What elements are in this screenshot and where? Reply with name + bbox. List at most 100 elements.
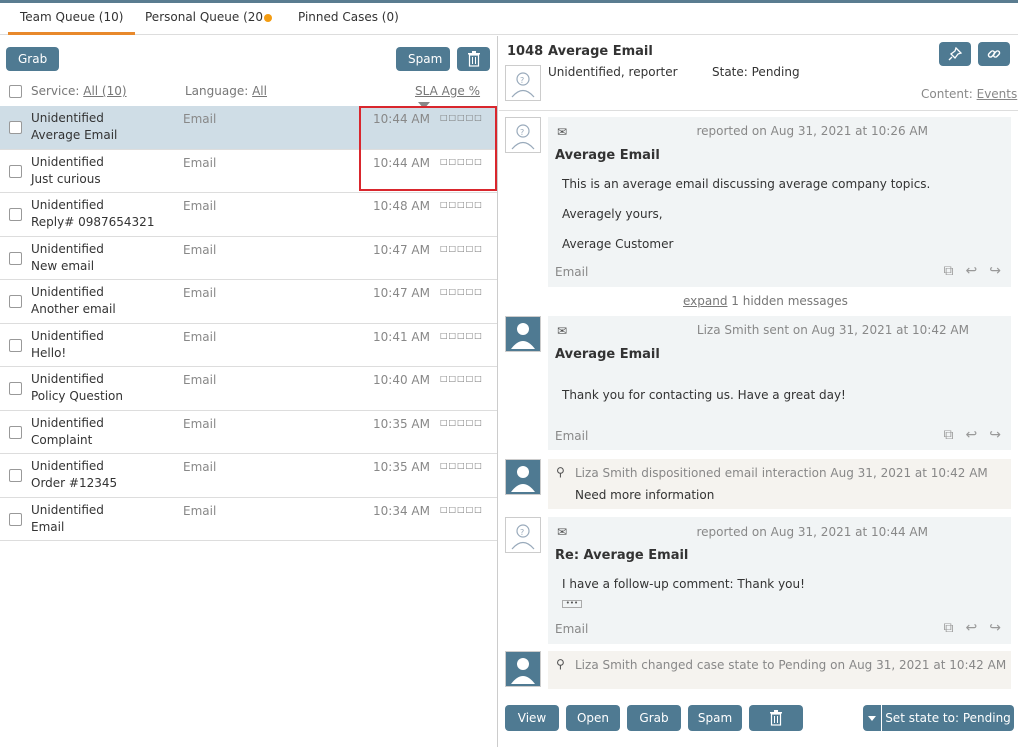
reply-icon[interactable]: ↩ [966,427,978,443]
row-checkbox[interactable] [9,338,22,352]
event-note: ⚲ Liza Smith dispositioned email interac… [548,459,1011,509]
open-button[interactable]: Open [566,705,620,731]
forward-window-icon[interactable]: ⧉ [944,620,954,636]
table-row[interactable]: Unidentified New email Email 10:47 AM □□□□□ [0,237,497,280]
row-checkbox[interactable] [9,295,22,308]
state-dropdown-toggle[interactable] [863,705,881,731]
pin-icon [948,46,963,61]
grab-button[interactable]: Grab [627,705,681,731]
delete-button[interactable] [749,705,803,731]
message-channel: Email [555,429,589,443]
content-link[interactable]: Events [977,87,1018,101]
table-row[interactable]: Unidentified Email Email 10:34 AM □□□□□ [0,498,497,541]
row-service: Email [183,242,217,257]
view-button[interactable]: View [505,705,559,731]
set-state-button[interactable]: Set state to: Pending [882,705,1014,731]
message-body-line: This is an average email discussing aver… [562,177,931,191]
forward-icon[interactable]: ↪ [989,427,1001,443]
svg-text:?: ? [520,76,524,85]
unknown-user-icon: ? [511,72,535,98]
avatar [505,651,541,687]
row-subject: New email [31,258,95,273]
language-filter-link[interactable]: All [252,84,267,98]
spam-button[interactable]: Spam [688,705,742,731]
message-card: ✉ reported on Aug 31, 2021 at 10:44 AM R… [548,517,1011,644]
tab-pinned-cases[interactable]: Pinned Cases (0) [286,3,411,35]
sla-indicator: □□□□□ [440,461,483,470]
forward-window-icon[interactable]: ⧉ [944,427,954,443]
row-contact: Unidentified [31,111,104,125]
row-subject: Just curious [31,171,101,186]
reply-icon[interactable]: ↩ [966,620,978,636]
message-title: Re: Average Email [555,548,689,563]
message-title: Average Email [555,148,660,163]
forward-icon[interactable]: ↪ [989,620,1001,636]
case-contact: Unidentified, reporter [548,65,678,79]
table-row[interactable]: Unidentified Hello! Email 10:41 AM □□□□□ [0,324,497,367]
row-service: Email [183,155,217,170]
event-meta: Liza Smith changed case state to Pending… [575,658,1007,672]
delete-button[interactable] [457,47,490,71]
content-filter: Content: Events [921,87,1017,101]
message-actions: ⧉ ↩ ↪ [932,620,1001,636]
table-row[interactable]: Unidentified Policy Question Email 10:40 AM… [0,367,497,411]
table-row[interactable]: Unidentified Order #12345 Email 10:35 AM □□□… [0,454,497,498]
link-button[interactable] [978,42,1010,66]
row-contact: Unidentified [31,372,104,386]
row-checkbox[interactable] [9,251,22,265]
sla-indicator: □□□□□ [440,243,483,253]
trash-icon [467,51,480,67]
select-all-checkbox[interactable] [9,85,22,98]
pin-button[interactable] [939,42,971,66]
avatar [505,459,541,495]
notification-dot-icon [264,13,273,22]
row-service: Email [183,329,217,344]
row-checkbox[interactable] [9,208,22,221]
table-row[interactable]: Unidentified Reply# 0987654321 Email 10:48 … [0,193,497,237]
row-subject: Order #12345 [31,476,118,490]
forward-window-icon[interactable]: ⧉ [944,263,954,279]
forward-icon[interactable]: ↪ [989,263,1001,279]
message-meta: reported on Aug 31, 2021 at 10:26 AM [696,124,928,138]
caret-down-icon [868,716,876,721]
row-checkbox[interactable] [9,469,22,482]
message-channel: Email [555,265,589,279]
show-more-button[interactable]: ••• [562,600,582,608]
message-meta: reported on Aug 31, 2021 at 10:44 AM [696,525,928,539]
tab-personal-queue[interactable]: Personal Queue (20 [133,3,284,35]
row-checkbox[interactable] [9,164,22,178]
tab-label: Pinned Cases (0) [298,10,399,24]
sla-indicator: □□□□□ [440,287,483,296]
grab-button[interactable]: Grab [6,47,59,71]
row-checkbox[interactable] [9,382,22,395]
tab-label: Team Queue (10) [20,10,124,24]
case-id: 1048 [507,44,544,59]
row-time: 10:47 AM [373,286,430,300]
expand-link[interactable]: expand [683,294,727,308]
table-row[interactable]: Unidentified Another email Email 10:47 AM □□… [0,280,497,324]
row-checkbox[interactable] [9,425,22,439]
row-checkbox[interactable] [9,512,22,526]
divider [499,110,1018,111]
message-body-line: Thank you for contacting us. Have a grea… [562,388,846,402]
link-icon [987,50,1001,58]
message-title: Average Email [555,347,660,362]
row-time: 10:34 AM [373,503,430,518]
trash-icon [770,710,782,726]
row-checkbox[interactable] [9,121,22,134]
case-title: Average Email [548,44,653,59]
spam-button[interactable]: Spam [396,47,450,71]
row-service: Email [183,373,217,387]
service-filter-link[interactable]: All (10) [83,84,126,98]
table-row[interactable]: Unidentified Complaint Email 10:35 AM □□□□□ [0,411,497,454]
avatar: ? [505,117,541,153]
row-time: 10:35 AM [373,416,430,431]
event-note: ⚲ Liza Smith changed case state to Pendi… [548,651,1011,689]
queue-tabs: Team Queue (10) Personal Queue (20 Pinne… [0,3,1018,35]
tab-team-queue[interactable]: Team Queue (10) [8,3,136,35]
sla-sort-link[interactable]: SLA Age % [415,84,480,98]
row-contact: Unidentified [31,154,104,169]
reply-icon[interactable]: ↩ [966,263,978,279]
row-contact: Unidentified [31,459,104,473]
row-contact: Unidentified [31,415,104,430]
